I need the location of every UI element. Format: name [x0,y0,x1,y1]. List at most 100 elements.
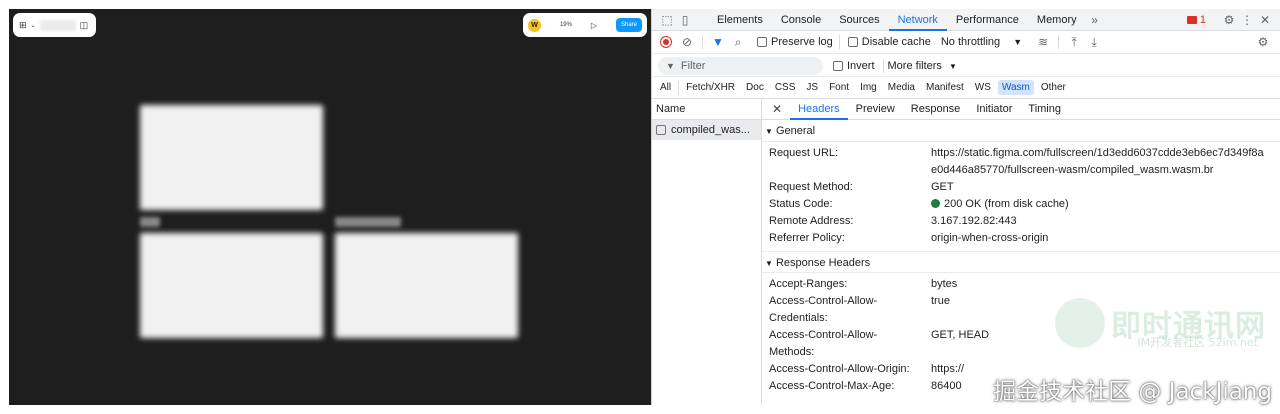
tab-headers[interactable]: Headers [790,99,848,120]
import-har-icon[interactable]: ⤒ [1065,33,1083,51]
inspect-element-icon[interactable]: ⬚ [658,11,676,29]
throttling-select[interactable]: No throttling ▼ [941,36,1022,48]
header-key: Access-Control-Max-Age: [769,380,895,392]
disable-cache-checkbox[interactable]: Disable cache [847,36,931,48]
response-headers-title: Response Headers [775,257,871,269]
figma-canvas[interactable]: ⊞ ⌄ ◫ W 19% ▷ Share [9,9,651,405]
type-css[interactable]: CSS [771,80,800,95]
avatar[interactable]: W [528,18,541,32]
request-method-key: Request Method: [769,181,853,193]
type-js[interactable]: JS [802,80,822,95]
type-wasm[interactable]: Wasm [997,80,1034,95]
tab-timing[interactable]: Timing [1020,99,1069,120]
general-section-header[interactable]: ▼ General [762,120,1280,142]
error-badge[interactable]: 1 [1186,14,1206,26]
checkbox-box[interactable] [833,60,843,71]
type-all[interactable]: All [656,80,675,95]
request-details: ✕ Headers Preview Response Initiator Tim… [762,99,1280,405]
invert-checkbox[interactable]: Invert [833,60,875,72]
export-har-icon[interactable]: ⤓ [1085,33,1103,51]
allow-credentials-row-cont: Credentials: [762,310,1280,327]
referrer-policy-value: origin-when-cross-origin [931,232,1049,244]
canvas-frame-label-3 [335,217,401,227]
tab-sources[interactable]: Sources [830,9,888,31]
settings-gear-icon[interactable]: ⚙ [1220,11,1238,29]
filter-input[interactable]: ▼ Filter [658,56,823,75]
status-code-row: Status Code: 200 OK (from disk cache) [762,196,1280,213]
request-method-value: GET [931,181,954,193]
chevron-down-icon: ⌄ [30,22,36,29]
type-ws[interactable]: WS [971,80,995,95]
tab-network[interactable]: Network [888,9,947,31]
divider [882,58,884,73]
resource-type-filters: All Fetch/XHR Doc CSS JS Font Img Media … [652,77,1280,99]
filter-placeholder: Filter [680,59,706,72]
device-toolbar-icon[interactable]: ▯ [676,11,694,29]
request-name: compiled_was... [671,124,750,136]
type-fetch-xhr[interactable]: Fetch/XHR [682,80,739,95]
general-section: Request URL: https://static.figma.com/fu… [762,142,1280,251]
type-img[interactable]: Img [856,80,881,95]
tab-elements[interactable]: Elements [708,9,772,31]
type-manifest[interactable]: Manifest [922,80,968,95]
zoom-level[interactable]: 19% [560,22,572,28]
checkbox-box[interactable] [847,37,858,47]
search-icon[interactable]: ⌕ [729,33,747,51]
more-filters-dropdown[interactable]: More filters ▼ [888,60,957,72]
divider [1058,35,1060,49]
network-settings-gear-icon[interactable]: ⚙ [1254,33,1272,51]
header-key-cont: Methods: [769,346,815,358]
devtools-tabbar: ⬚ ▯ Elements Console Sources Network Per… [652,9,1280,31]
header-key: Access-Control-Allow- [769,295,878,307]
tab-memory[interactable]: Memory [1028,9,1086,31]
share-button[interactable]: Share [615,18,642,32]
type-font[interactable]: Font [825,80,853,95]
header-value: GET, HEAD [931,329,990,341]
canvas-frame-1[interactable] [140,105,323,210]
referrer-policy-row: Referrer Policy: origin-when-cross-origi… [762,230,1280,251]
type-other[interactable]: Other [1037,80,1070,95]
record-stop-icon[interactable] [660,36,672,48]
canvas-frame-2[interactable] [140,233,323,338]
error-flag-icon [1186,15,1197,24]
header-key-cont: Credentials: [769,312,828,324]
request-method-row: Request Method: GET [762,179,1280,196]
header-key: Accept-Ranges: [769,278,848,290]
wasm-file-icon [656,125,666,135]
request-row[interactable]: compiled_was... [652,120,761,140]
name-column-header[interactable]: Name [652,99,761,120]
devtools-panel: ⬚ ▯ Elements Console Sources Network Per… [651,9,1280,405]
close-details-icon[interactable]: ✕ [772,102,782,116]
preserve-log-checkbox[interactable]: Preserve log [757,36,833,48]
more-tabs-icon[interactable]: » [1086,11,1104,29]
file-name-blurred[interactable] [39,19,76,31]
filter-funnel-icon[interactable]: ▼ [709,33,727,51]
checkbox-box[interactable] [757,37,767,47]
allow-credentials-row: Access-Control-Allow- true [762,293,1280,310]
invert-label: Invert [847,59,875,72]
sidebar-toggle-icon[interactable]: ◫ [80,20,89,31]
type-media[interactable]: Media [884,80,919,95]
divider [702,35,703,49]
response-headers-section-header[interactable]: ▼ Response Headers [762,251,1280,273]
network-conditions-icon[interactable]: ≋ [1034,33,1052,51]
figma-logo-icon[interactable]: ⊞ [19,20,27,31]
close-icon[interactable]: ✕ [1256,11,1274,29]
tab-initiator[interactable]: Initiator [968,99,1020,120]
filter-row: ▼ Filter Invert More filters ▼ [652,55,1280,77]
play-icon[interactable]: ▷ [591,21,597,30]
file-menu-pill[interactable]: ⊞ ⌄ ◫ [13,13,96,37]
throttling-value: No throttling [940,36,1001,48]
kebab-menu-icon[interactable]: ⋮ [1238,11,1256,29]
filter-funnel-icon: ▼ [666,60,675,71]
type-doc[interactable]: Doc [742,80,768,95]
tab-console[interactable]: Console [772,9,830,31]
clear-icon[interactable]: ⊘ [678,33,696,51]
general-title: General [775,125,816,137]
tab-performance[interactable]: Performance [947,9,1028,31]
tab-preview[interactable]: Preview [848,99,903,120]
request-url-value-2: e0d446a85770/fullscreen-wasm/compiled_wa… [931,164,1214,176]
tab-response[interactable]: Response [903,99,969,120]
canvas-frame-3[interactable] [335,233,518,338]
allow-methods-row-cont: Methods: [762,344,1280,361]
